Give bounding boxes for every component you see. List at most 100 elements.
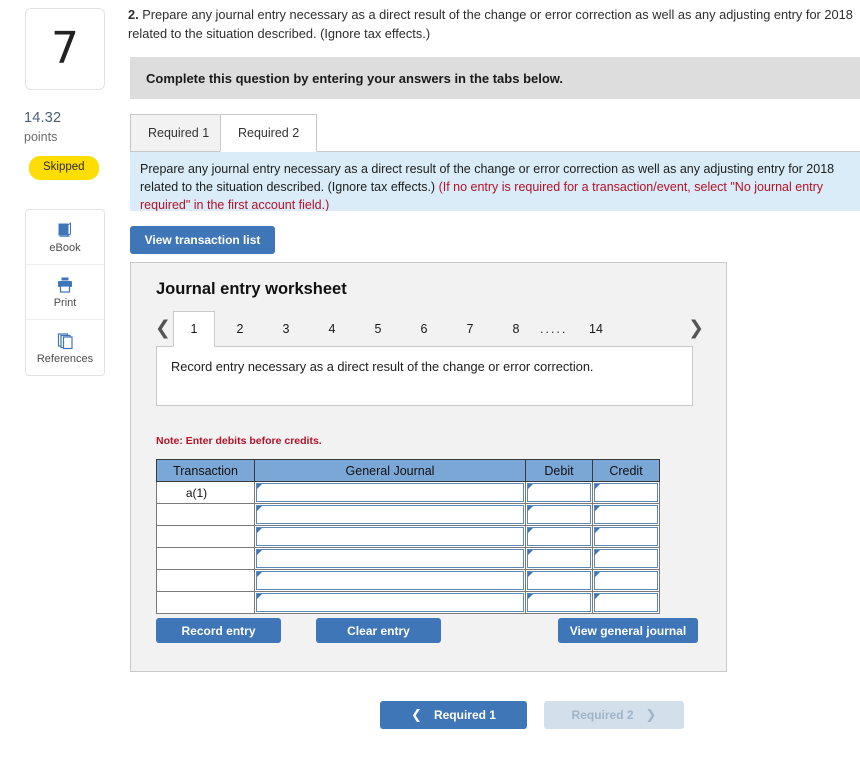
requirement-tabs: Required 1 Required 2 <box>130 114 860 152</box>
question-page: 7 14.32 points Skipped eBook Print Refer… <box>0 0 860 777</box>
chevron-right-icon: ❯ <box>645 707 657 723</box>
cell-transaction <box>156 569 255 592</box>
worksheet-pager: ❮ 1 2 3 4 5 6 7 8 ..... 14 ❯ <box>151 311 708 347</box>
pager-page-5[interactable]: 5 <box>357 311 399 347</box>
table-row: a(1) <box>156 481 660 504</box>
credit-input[interactable] <box>594 571 658 590</box>
complete-question-bar: Complete this question by entering your … <box>130 57 860 99</box>
general-journal-input[interactable] <box>256 593 524 612</box>
cell-credit[interactable] <box>592 525 660 548</box>
tab-required-2[interactable]: Required 2 <box>220 114 318 152</box>
instruction-panel: Prepare any journal entry necessary as a… <box>130 152 860 211</box>
cell-credit[interactable] <box>592 481 660 504</box>
cell-debit[interactable] <box>525 547 593 570</box>
cell-debit[interactable] <box>525 525 593 548</box>
pager-page-8-label: 8 <box>512 322 520 336</box>
cell-debit[interactable] <box>525 481 593 504</box>
pager-page-8[interactable]: 8 <box>495 311 537 347</box>
nav-next-required-2-button[interactable]: Required 2 ❯ <box>544 701 684 729</box>
debit-input[interactable] <box>527 593 591 612</box>
status-badge: Skipped <box>29 156 99 180</box>
pager-page-2[interactable]: 2 <box>219 311 261 347</box>
pager-page-14[interactable]: 14 <box>575 311 617 347</box>
cell-credit[interactable] <box>592 503 660 526</box>
general-journal-input[interactable] <box>256 549 524 568</box>
chevron-left-icon[interactable]: ❮ <box>155 319 171 338</box>
column-header-credit: Credit <box>592 459 660 482</box>
question-text: accounting errors, choose "Not applicabl… <box>128 0 860 43</box>
cell-general-journal[interactable] <box>254 591 526 614</box>
pager-page-4[interactable]: 4 <box>311 311 353 347</box>
pager-page-7-label: 7 <box>466 322 474 336</box>
credit-input[interactable] <box>594 549 658 568</box>
chevron-right-icon[interactable]: ❯ <box>688 319 704 338</box>
sidebar-item-ebook-label: eBook <box>49 242 81 254</box>
cell-credit[interactable] <box>592 569 660 592</box>
chevron-left-icon: ❮ <box>411 707 422 723</box>
general-journal-input[interactable] <box>256 483 524 502</box>
sidebar-item-ebook[interactable]: eBook <box>26 210 104 265</box>
printer-icon <box>55 275 75 295</box>
general-journal-input[interactable] <box>256 571 524 590</box>
cell-debit[interactable] <box>525 503 593 526</box>
journal-entry-worksheet-panel: Journal entry worksheet ❮ 1 2 3 4 5 6 7 … <box>130 262 727 672</box>
pager-page-3-label: 3 <box>282 322 290 336</box>
cell-general-journal[interactable] <box>254 525 526 548</box>
cell-general-journal[interactable] <box>254 481 526 504</box>
pager-page-3[interactable]: 3 <box>265 311 307 347</box>
debit-input[interactable] <box>527 483 591 502</box>
worksheet-title: Journal entry worksheet <box>156 280 347 298</box>
view-general-journal-button[interactable]: View general journal <box>558 618 698 643</box>
general-journal-input[interactable] <box>256 505 524 524</box>
pager-page-14-label: 14 <box>589 322 603 336</box>
worksheet-description: Record entry necessary as a direct resul… <box>156 346 693 406</box>
sidebar-item-print[interactable]: Print <box>26 265 104 320</box>
clear-entry-button[interactable]: Clear entry <box>316 618 441 643</box>
debit-input[interactable] <box>527 527 591 546</box>
pager-page-6[interactable]: 6 <box>403 311 445 347</box>
cell-credit[interactable] <box>592 591 660 614</box>
pager-page-4-label: 4 <box>328 322 336 336</box>
nav-prev-required-1-button[interactable]: ❮ Required 1 <box>380 701 527 729</box>
question-number: 7 <box>51 23 79 74</box>
tab-required-1[interactable]: Required 1 <box>130 114 228 152</box>
debit-input[interactable] <box>527 549 591 568</box>
pager-page-1[interactable]: 1 <box>173 311 215 347</box>
cell-debit[interactable] <box>525 569 593 592</box>
points-label: points <box>24 130 58 144</box>
credit-input[interactable] <box>594 483 658 502</box>
question-number-box: 7 <box>25 8 105 90</box>
question-cutoff-line: accounting errors, choose "Not applicabl… <box>128 0 860 4</box>
credit-input[interactable] <box>594 593 658 612</box>
table-row <box>156 591 660 614</box>
debit-input[interactable] <box>527 505 591 524</box>
table-row <box>156 547 660 570</box>
credit-input[interactable] <box>594 527 658 546</box>
cell-general-journal[interactable] <box>254 547 526 570</box>
pager-page-1-label: 1 <box>190 322 198 336</box>
points-value: 14.32 <box>24 110 62 126</box>
general-journal-input[interactable] <box>256 527 524 546</box>
credit-input[interactable] <box>594 505 658 524</box>
view-transaction-list-button[interactable]: View transaction list <box>130 226 275 254</box>
journal-entry-table: Transaction General Journal Debit Credit… <box>156 459 660 614</box>
cell-transaction <box>156 591 255 614</box>
column-header-transaction: Transaction <box>156 459 255 482</box>
debit-input[interactable] <box>527 571 591 590</box>
cell-debit[interactable] <box>525 591 593 614</box>
complete-question-text: Complete this question by entering your … <box>146 70 564 86</box>
book-icon <box>55 220 75 240</box>
sidebar-item-references[interactable]: References <box>26 320 104 375</box>
cell-general-journal[interactable] <box>254 569 526 592</box>
cell-transaction <box>156 525 255 548</box>
references-icon <box>55 331 75 351</box>
sidebar-tool-group: eBook Print References <box>25 209 105 376</box>
pager-page-7[interactable]: 7 <box>449 311 491 347</box>
cell-general-journal[interactable] <box>254 503 526 526</box>
pager-page-6-label: 6 <box>420 322 428 336</box>
cell-credit[interactable] <box>592 547 660 570</box>
tab-required-1-label: Required 1 <box>148 126 210 140</box>
sidebar-item-print-label: Print <box>53 297 77 309</box>
cell-transaction <box>156 547 255 570</box>
record-entry-button[interactable]: Record entry <box>156 618 281 643</box>
